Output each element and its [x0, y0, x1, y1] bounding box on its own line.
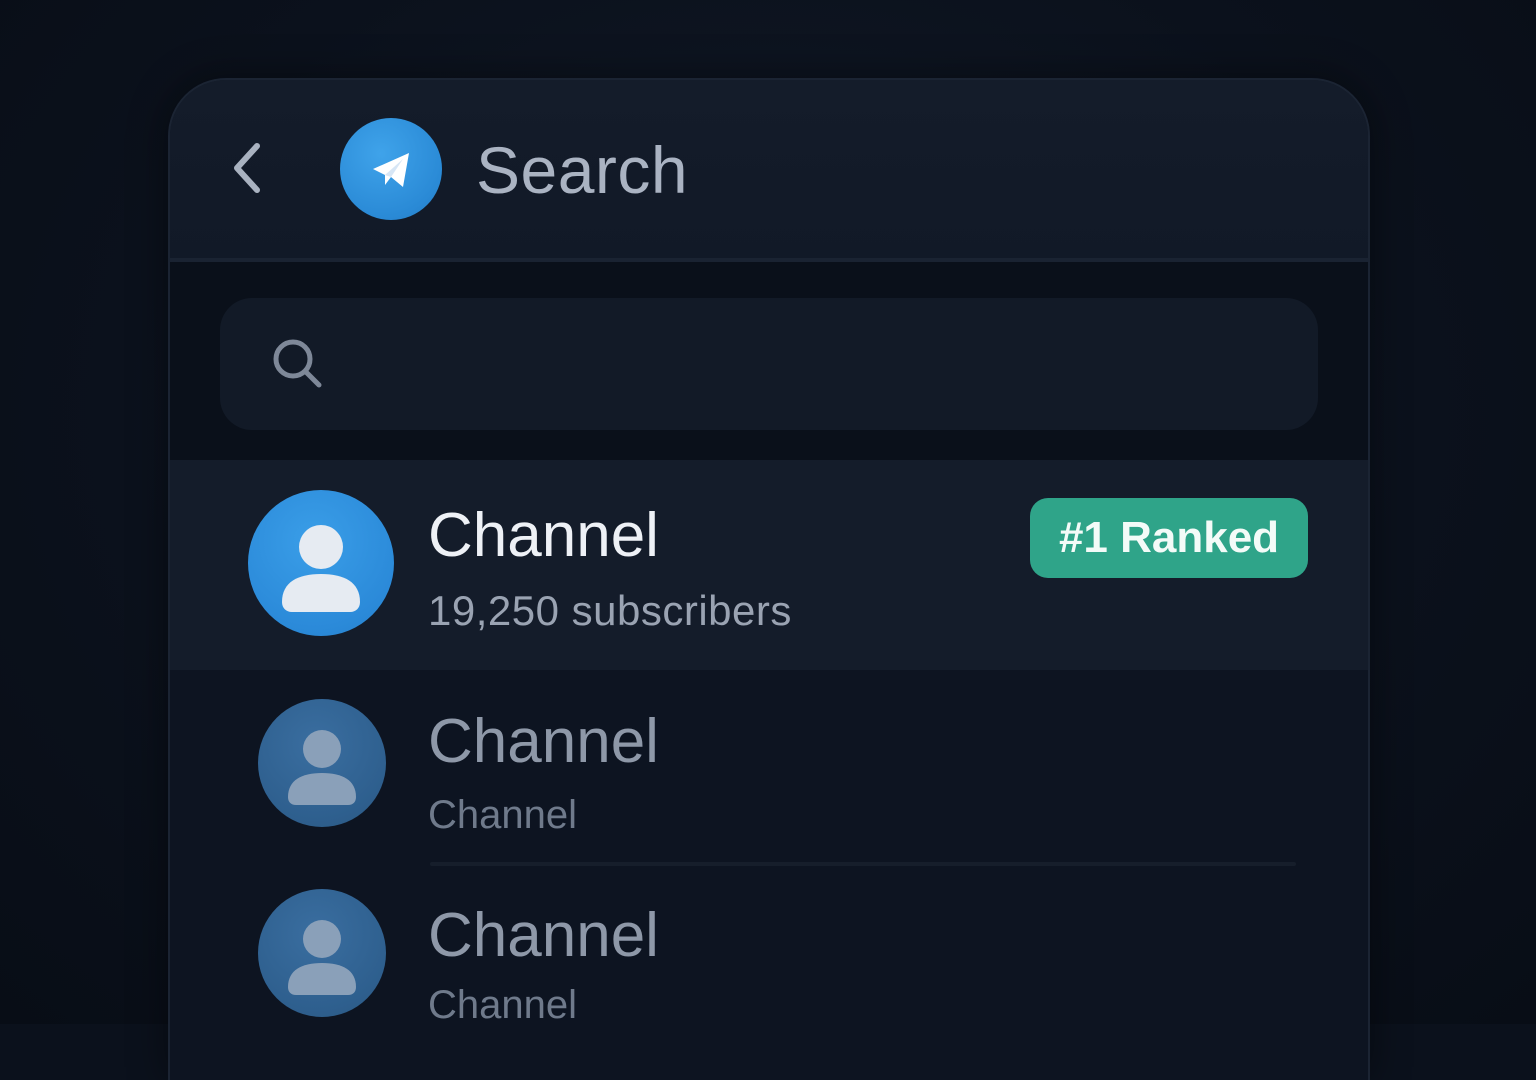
avatar	[258, 699, 386, 827]
avatar	[248, 490, 394, 636]
avatar	[258, 889, 386, 1017]
channel-subtitle: Channel	[428, 983, 578, 1027]
search-panel: Search Channel 19,250 subscribers #1 Ran…	[168, 78, 1370, 1080]
channel-subtitle: Channel	[428, 793, 578, 837]
search-input[interactable]	[352, 297, 1288, 431]
person-icon	[288, 730, 356, 805]
channel-name: Channel	[428, 901, 659, 970]
rank-badge: #1 Ranked	[1030, 498, 1308, 578]
header-bar: Search	[170, 80, 1368, 262]
subscriber-count: 19,250 subscribers	[428, 587, 792, 634]
search-icon	[273, 339, 322, 388]
search-area	[170, 262, 1368, 460]
back-button[interactable]	[222, 138, 272, 198]
search-bar[interactable]	[220, 297, 1318, 431]
channel-name: Channel	[428, 501, 659, 570]
person-icon	[282, 525, 360, 612]
app-logo	[340, 118, 442, 220]
chevron-left-icon	[234, 143, 260, 193]
list-item[interactable]: Channel Channel	[170, 866, 1368, 1080]
person-icon	[288, 920, 356, 995]
channel-name: Channel	[428, 707, 659, 776]
paper-plane-icon	[373, 153, 409, 187]
list-item[interactable]: Channel 19,250 subscribers #1 Ranked	[170, 460, 1368, 670]
page-title: Search	[476, 133, 689, 207]
list-item[interactable]: Channel Channel	[170, 672, 1368, 858]
